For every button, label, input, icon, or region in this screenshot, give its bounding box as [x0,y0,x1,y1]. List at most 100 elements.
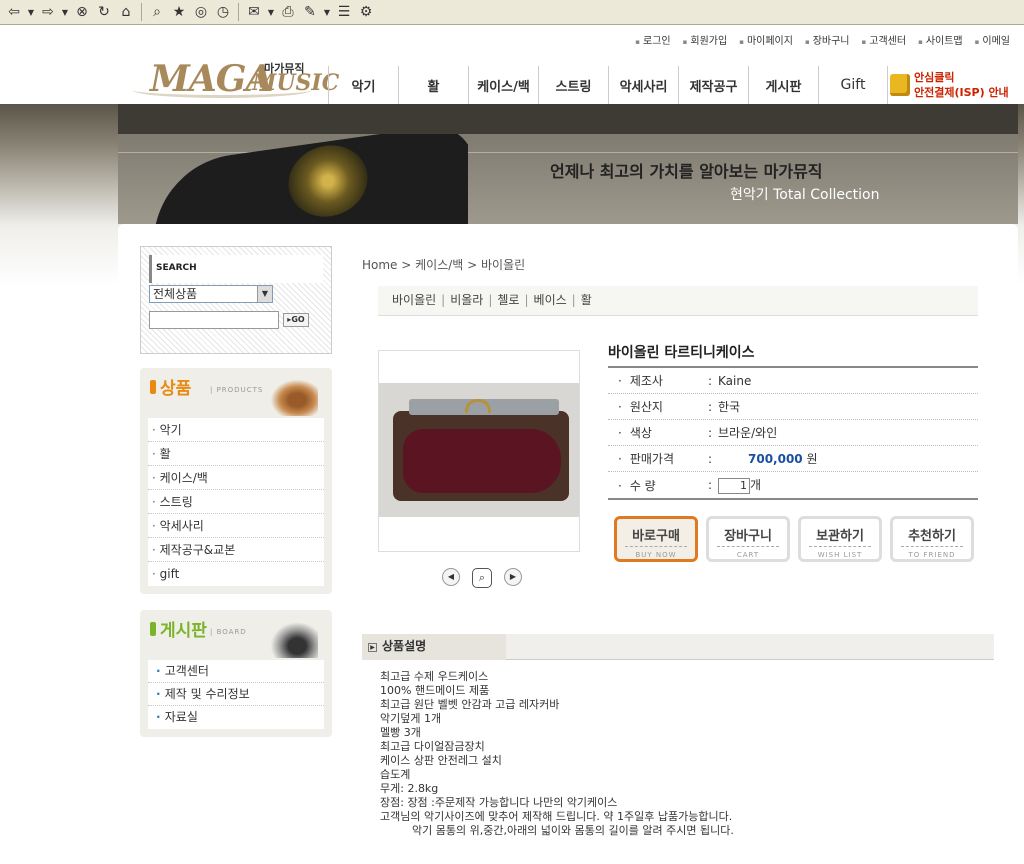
board-bar-icon [150,622,156,636]
banner-top-strip [118,104,1018,134]
banner-title: 언제나 최고의 가치를 알아보는 마가뮤직 [550,162,823,181]
discuss-icon[interactable]: ☰ [334,2,354,22]
description-tab: ▶ 상품설명 [362,634,506,660]
nav-instruments[interactable]: 악기 [328,66,398,104]
nav-strings[interactable]: 스트링 [538,66,608,104]
quantity-input[interactable]: 1 [718,478,750,494]
buy-now-button[interactable]: 바로구매 BUY NOW [614,516,698,562]
mypage-link[interactable]: 마이페이지 [739,32,793,47]
nav-accessories[interactable]: 악세사리 [608,66,678,104]
action-buttons: 바로구매 BUY NOW 장바구니 CART 보관하기 WISH LIST 추천하기 T… [614,516,974,562]
hero-banner: 언제나 최고의 가치를 알아보는 마가뮤직 현악기 Total Collecti… [118,104,1018,224]
chevron-down-icon[interactable]: ▼ [257,286,272,302]
products-title: 상품 [160,379,192,399]
toolbar-separator [141,3,142,21]
nav-cases[interactable]: 케이스/백 [468,66,538,104]
category-subnav: 바이올린 | 비올라 | 첼로 | 베이스 | 활 [378,286,978,316]
stop-icon[interactable]: ⊗ [72,2,92,22]
forward-icon[interactable]: ⇨ [38,2,58,22]
nav-bows[interactable]: 활 [398,66,468,104]
subnav-cello[interactable]: 첼로 [497,293,519,307]
site-header: 로그인 회원가입 마이페이지 장바구니 고객센터 사이트맵 이메일 MAGA 마… [118,26,1018,104]
favorites-icon[interactable]: ★ [169,2,189,22]
quill-icon [266,618,318,658]
sidebar-item-gift[interactable]: gift [148,562,324,586]
search-icon[interactable]: ⌕ [147,2,167,22]
banner-subtitle: 현악기 Total Collection [730,187,880,203]
mail-dropdown-icon[interactable]: ▼ [266,2,276,22]
spec-row: 원산지:한국 [608,394,978,420]
sidebar-item-tools[interactable]: 제작공구&교본 [148,538,324,562]
recommend-button[interactable]: 추천하기 TO FRIEND [890,516,974,562]
description-body: 최고급 수제 우드케이스 100% 핸드메이드 제품 최고급 원단 벨벳 안감과… [380,670,734,837]
zoom-icon[interactable]: ⌕ [472,568,492,588]
home-icon[interactable]: ⌂ [116,2,136,22]
edit-dropdown-icon[interactable]: ▼ [322,2,332,22]
add-to-cart-button[interactable]: 장바구니 CART [706,516,790,562]
search-go-button[interactable]: ▸GO [283,313,309,327]
nav-tools[interactable]: 제작공구 [678,66,748,104]
board-title: 게시판 [160,621,207,641]
products-en: | PRODUCTS [210,386,264,394]
safe-payment-link[interactable]: 안심클릭 안전결제(ISP) 안내 [890,66,1014,104]
search-box: SEARCH 전체상품 ▼ ▸GO [140,246,332,354]
site-logo[interactable]: MAGA 마가뮤직 MUSIC [132,42,339,100]
media-icon[interactable]: ◎ [191,2,211,22]
sidebar-item-accessories[interactable]: 악세사리 [148,514,324,538]
subnav-violin[interactable]: 바이올린 [392,293,436,307]
sidebar-item-bows[interactable]: 활 [148,442,324,466]
logo-music: MUSIC [252,70,340,96]
sidebar-item-instruments[interactable]: 악기 [148,418,324,442]
content-area: SEARCH 전체상품 ▼ ▸GO 상품 | PRODUCTS 악기 활 케이스… [118,224,1018,864]
products-menu: 상품 | PRODUCTS 악기 활 케이스/백 스트링 악세사리 제작공구&교… [140,368,332,594]
mail-icon[interactable]: ✉ [244,2,264,22]
sidebar-item-cases[interactable]: 케이스/백 [148,466,324,490]
sidebar-item-repair-info[interactable]: 제작 및 수리정보 [148,683,324,706]
search-input[interactable] [149,311,279,329]
sidebar-item-customer-center[interactable]: 고객센터 [148,660,324,683]
prev-image-icon[interactable]: ◀ [442,568,460,586]
search-label: SEARCH [149,255,323,283]
toolbar-separator [238,3,239,21]
subnav-viola[interactable]: 비올라 [450,293,483,307]
email-link[interactable]: 이메일 [975,32,1010,47]
category-select[interactable]: 전체상품 ▼ [149,285,273,303]
back-dropdown-icon[interactable]: ▼ [26,2,36,22]
banner-case-image [148,134,468,224]
subnav-bow[interactable]: 활 [581,293,592,307]
sidebar-item-strings[interactable]: 스트링 [148,490,324,514]
nav-board[interactable]: 게시판 [748,66,818,104]
main-nav: 악기 활 케이스/백 스트링 악세사리 제작공구 게시판 Gift [328,66,888,104]
print-icon[interactable]: ⎙ [278,2,298,22]
spec-table: 제조사:Kaine 원산지:한국 색상:브라운/와인 판매가격: 700,000… [608,366,978,500]
breadcrumb: Home > 케이스/백 > 바이올린 [362,258,526,272]
login-link[interactable]: 로그인 [635,32,671,47]
edit-icon[interactable]: ✎ [300,2,320,22]
product-image [378,350,580,552]
violin-icon [266,376,318,416]
history-icon[interactable]: ◷ [213,2,233,22]
quantity-row: 수 량: 1개 [608,472,978,498]
refresh-icon[interactable]: ↻ [94,2,114,22]
join-link[interactable]: 회원가입 [683,32,727,47]
wishlist-button[interactable]: 보관하기 WISH LIST [798,516,882,562]
cart-link[interactable]: 장바구니 [805,32,850,47]
research-icon[interactable]: ⚙ [356,2,376,22]
top-links: 로그인 회원가입 마이페이지 장바구니 고객센터 사이트맵 이메일 [635,32,1010,47]
sitemap-link[interactable]: 사이트맵 [918,32,963,47]
back-icon[interactable]: ⇦ [4,2,24,22]
price-value: 700,000 [748,452,803,466]
product-name: 바이올린 타르티니케이스 [608,345,755,361]
browser-toolbar: ⇦ ▼ ⇨ ▼ ⊗ ↻ ⌂ ⌕ ★ ◎ ◷ ✉ ▼ ⎙ ✎ ▼ ☰ ⚙ [0,0,1024,25]
description-header: ▶ 상품설명 [362,634,994,660]
board-menu: 게시판 | BOARD 고객센터 제작 및 수리정보 자료실 [140,610,332,737]
spec-row: 색상:브라운/와인 [608,420,978,446]
sidebar-item-archive[interactable]: 자료실 [148,706,324,729]
price-row: 판매가격: 700,000 원 [608,446,978,472]
products-bar-icon [150,380,156,394]
nav-gift[interactable]: Gift [818,66,888,104]
forward-dropdown-icon[interactable]: ▼ [60,2,70,22]
subnav-bass[interactable]: 베이스 [534,293,567,307]
next-image-icon[interactable]: ▶ [504,568,522,586]
customer-center-link[interactable]: 고객센터 [862,32,906,47]
